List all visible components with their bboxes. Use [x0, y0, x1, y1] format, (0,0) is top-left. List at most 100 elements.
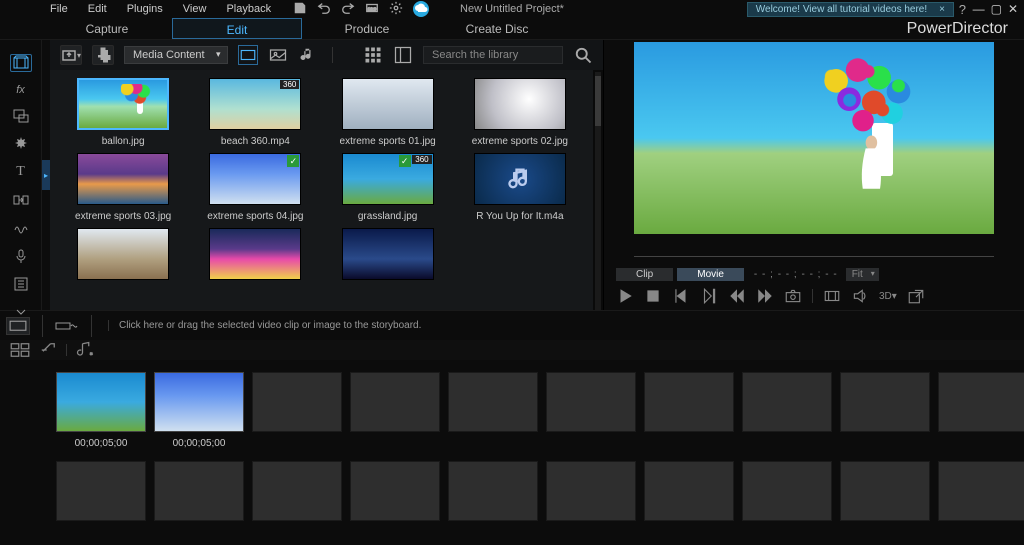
snapshot-icon[interactable] [784, 287, 802, 305]
menu-view[interactable]: View [173, 3, 217, 15]
filter-video-icon[interactable] [238, 45, 258, 65]
aspect-ratio-icon[interactable]: 16:9 [365, 1, 379, 15]
import-media-icon[interactable]: ▾ [60, 45, 82, 65]
library-grid[interactable]: ballon.jpg 360beach 360.mp4 extreme sports… [50, 70, 593, 310]
prev-unit-icon[interactable] [728, 287, 746, 305]
preview-tab-movie[interactable]: Movie [677, 268, 744, 281]
library-item[interactable] [66, 228, 180, 286]
undo-icon[interactable] [317, 1, 331, 15]
storyboard-slot[interactable] [742, 461, 832, 521]
preview-slider[interactable] [634, 252, 994, 260]
library-item[interactable]: ballon.jpg [66, 78, 180, 147]
title-room-icon[interactable]: T [10, 164, 32, 180]
plugin-icon[interactable] [92, 45, 114, 65]
library-item[interactable]: R You Up for It.m4a [463, 153, 577, 222]
slot-timecode: 00;00;05;00 [75, 438, 128, 449]
media-content-dropdown[interactable]: Media Content [124, 46, 228, 64]
storyboard-slot[interactable] [840, 372, 930, 449]
storyboard-slot[interactable] [56, 461, 146, 521]
preview-display[interactable] [634, 42, 994, 234]
search-icon[interactable] [573, 45, 593, 65]
help-icon[interactable]: ? [959, 2, 966, 17]
3d-toggle[interactable]: 3D ▾ [879, 287, 897, 305]
fx-room-icon[interactable]: fx [10, 84, 32, 96]
menu-plugins[interactable]: Plugins [117, 3, 173, 15]
storyboard-slot[interactable] [742, 372, 832, 449]
track-marker-icon[interactable] [38, 342, 58, 358]
storyboard-slot[interactable] [938, 461, 1024, 521]
voice-room-icon[interactable] [10, 248, 32, 264]
preview-tab-clip[interactable]: Clip [616, 268, 673, 281]
filter-image-icon[interactable] [268, 45, 288, 65]
welcome-banner[interactable]: Welcome! View all tutorial videos here! … [747, 2, 954, 17]
grid-view-icon[interactable] [363, 45, 383, 65]
library-scrollbar[interactable] [593, 70, 603, 310]
library-item[interactable]: extreme sports 02.jpg [463, 78, 577, 147]
storyboard-slot[interactable] [546, 461, 636, 521]
track-view-icon[interactable] [10, 342, 30, 358]
media-room-icon[interactable] [10, 54, 32, 72]
menu-file[interactable]: File [40, 3, 78, 15]
library-item[interactable]: 360✓grassland.jpg [331, 153, 445, 222]
tab-create-disc[interactable]: Create Disc [432, 18, 562, 39]
storyboard-slot[interactable] [448, 372, 538, 449]
sidebar-expand-icon[interactable]: ▸ [42, 160, 50, 190]
maximize-icon[interactable]: ▢ [991, 2, 1002, 16]
media-library: ▾ Media Content Search the library ballo… [50, 40, 604, 310]
storyboard-slot[interactable] [644, 461, 734, 521]
filter-audio-icon[interactable] [298, 45, 318, 65]
close-window-icon[interactable]: ✕ [1008, 2, 1018, 16]
track-effect-icon[interactable] [75, 342, 95, 358]
storyboard-hint[interactable]: Click here or drag the selected video cl… [108, 320, 421, 331]
storyboard-slot[interactable] [350, 461, 440, 521]
fast-forward-icon[interactable] [756, 287, 774, 305]
redo-icon[interactable] [341, 1, 355, 15]
library-item[interactable] [198, 228, 312, 286]
storyboard-slot[interactable] [938, 372, 1024, 449]
timeline-view-icon[interactable] [55, 317, 79, 335]
storyboard-slot[interactable] [252, 461, 342, 521]
menu-edit[interactable]: Edit [78, 3, 117, 15]
library-item[interactable]: 360beach 360.mp4 [198, 78, 312, 147]
transition-room-icon[interactable] [10, 192, 32, 208]
storyboard-slot[interactable] [252, 372, 342, 449]
storyboard-slot[interactable]: 00;00;05;00 [154, 372, 244, 449]
preview-fit-dropdown[interactable]: Fit [846, 268, 879, 281]
storyboard-slot[interactable] [154, 461, 244, 521]
chapter-room-icon[interactable] [10, 276, 32, 292]
search-input[interactable]: Search the library [423, 46, 563, 64]
storyboard[interactable]: 00;00;05;00 00;00;05;00 [0, 360, 1024, 545]
library-menu-icon[interactable] [393, 45, 413, 65]
particle-room-icon[interactable] [10, 136, 32, 152]
pip-room-icon[interactable] [10, 108, 32, 124]
preview-quality-icon[interactable] [823, 287, 841, 305]
storyboard-slot[interactable] [840, 461, 930, 521]
cloud-icon[interactable] [413, 1, 429, 17]
storyboard-slot[interactable] [350, 372, 440, 449]
tab-capture[interactable]: Capture [42, 18, 172, 39]
volume-icon[interactable] [851, 287, 869, 305]
undock-preview-icon[interactable] [907, 287, 925, 305]
view-mode-icon[interactable] [6, 317, 30, 335]
tab-produce[interactable]: Produce [302, 18, 432, 39]
library-item-label: extreme sports 03.jpg [75, 211, 171, 222]
storyboard-slot[interactable]: 00;00;05;00 [56, 372, 146, 449]
storyboard-slot[interactable] [546, 372, 636, 449]
close-icon[interactable]: × [939, 4, 945, 15]
library-item[interactable] [331, 228, 445, 286]
menu-playback[interactable]: Playback [216, 3, 281, 15]
next-frame-icon[interactable] [700, 287, 718, 305]
minimize-icon[interactable]: — [973, 2, 985, 16]
library-item[interactable]: ✓extreme sports 04.jpg [198, 153, 312, 222]
storyboard-slot[interactable] [644, 372, 734, 449]
library-item[interactable]: extreme sports 03.jpg [66, 153, 180, 222]
tab-edit[interactable]: Edit [172, 18, 302, 39]
library-item[interactable]: extreme sports 01.jpg [331, 78, 445, 147]
prev-frame-icon[interactable] [672, 287, 690, 305]
settings-icon[interactable] [389, 1, 403, 15]
audio-room-icon[interactable] [10, 220, 32, 236]
play-icon[interactable] [616, 287, 634, 305]
stop-icon[interactable] [644, 287, 662, 305]
save-icon[interactable] [293, 1, 307, 15]
storyboard-slot[interactable] [448, 461, 538, 521]
